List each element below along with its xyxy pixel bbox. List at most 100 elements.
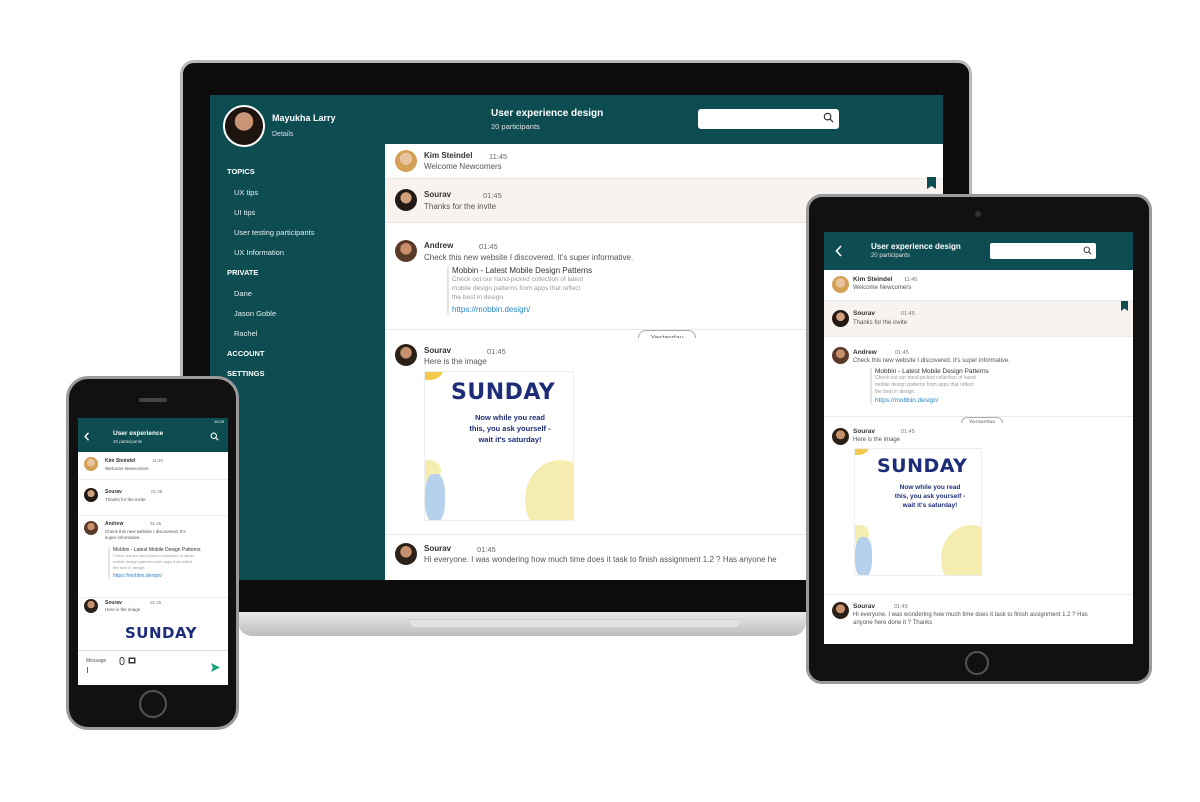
gallery-icon[interactable] bbox=[128, 657, 136, 664]
laptop-hinge-notch bbox=[408, 619, 742, 628]
message-author: Kim Steindel bbox=[424, 151, 473, 160]
message-text-line: super informative. bbox=[105, 534, 141, 540]
message-time: 11:45 bbox=[904, 277, 918, 283]
message-row[interactable]: Kim Steindel 11:45 Welcome Newcomers bbox=[824, 270, 1133, 301]
image-decor bbox=[941, 525, 981, 575]
avatar bbox=[84, 521, 98, 535]
send-icon[interactable] bbox=[211, 663, 220, 672]
nav-item-ux-information[interactable]: UX Information bbox=[234, 248, 284, 257]
nav-item-ux-tips[interactable]: UX tips bbox=[234, 188, 258, 197]
nav-item-jason-goble[interactable]: Jason Goble bbox=[234, 309, 276, 318]
avatar bbox=[84, 457, 98, 471]
avatar bbox=[395, 189, 417, 211]
message-row[interactable]: Sourav 01:45 Here is the image SUNDAY No… bbox=[824, 423, 1133, 595]
message-text: Check this new website I discovered. It'… bbox=[424, 253, 634, 262]
attachment-icon[interactable] bbox=[119, 657, 125, 665]
link-preview-title: Mobbin - Latest Mobile Design Patterns bbox=[875, 368, 989, 375]
message-row[interactable]: Sourav 01:45 Thanks for the invite bbox=[78, 480, 228, 516]
image-headline: SUNDAY bbox=[451, 380, 556, 405]
message-author: Sourav bbox=[424, 190, 452, 199]
message-time: 01:45 bbox=[150, 521, 162, 526]
user-name: Mayukha Larry bbox=[272, 113, 336, 123]
message-time: 01:45 bbox=[894, 604, 908, 610]
message-row-pinned[interactable]: Sourav 01:45 Thanks for the invite bbox=[824, 301, 1133, 337]
message-time: 01:45 bbox=[895, 350, 909, 356]
avatar bbox=[395, 543, 417, 565]
search-icon[interactable] bbox=[210, 432, 219, 441]
link-preview-desc-line: mobile design patterns from apps that re… bbox=[875, 382, 974, 388]
link-preview-url[interactable]: https://mobbin.design/ bbox=[452, 305, 592, 314]
message-row[interactable]: Sourav 01:45 Hi everyone. I was wonderin… bbox=[824, 595, 1133, 644]
phone-screen: 16:25 User experience 20 participants Ki… bbox=[78, 418, 228, 685]
nav-section-account[interactable]: ACCOUNT bbox=[227, 349, 265, 358]
search-input[interactable] bbox=[990, 243, 1096, 259]
message-text: Hi everyone. I was wondering how much ti… bbox=[853, 612, 1088, 627]
image-decor bbox=[425, 474, 445, 520]
avatar bbox=[832, 428, 849, 445]
avatar bbox=[832, 310, 849, 327]
message-text: Welcome Newcomers bbox=[853, 285, 912, 291]
avatar bbox=[84, 488, 98, 502]
nav-item-user-testing[interactable]: User testing participants bbox=[234, 228, 314, 237]
message-row[interactable]: Kim Steindel 11:45 Welcome Newcomers bbox=[78, 452, 228, 480]
tablet-chat-header: User experience design 20 participants bbox=[824, 232, 1133, 270]
message-text: Welcome Newcomers bbox=[424, 162, 502, 171]
search-icon[interactable] bbox=[1083, 246, 1092, 255]
avatar bbox=[832, 276, 849, 293]
shared-image[interactable]: SUNDAY Now while you read this, you ask … bbox=[424, 371, 574, 521]
search-input[interactable] bbox=[698, 109, 839, 129]
message-author: Andrew bbox=[424, 241, 454, 250]
channel-participants: 20 participants bbox=[871, 253, 911, 259]
message-author: Andrew bbox=[105, 521, 124, 527]
tablet-camera bbox=[975, 211, 981, 217]
back-arrow-icon[interactable] bbox=[84, 432, 90, 441]
search-icon[interactable] bbox=[823, 112, 834, 123]
nav-section-settings[interactable]: SETTINGS bbox=[227, 369, 265, 378]
link-preview-url[interactable]: https://mobbin.design/ bbox=[113, 573, 201, 579]
message-author: Sourav bbox=[853, 603, 876, 610]
image-decor bbox=[425, 372, 443, 380]
message-row[interactable]: Andrew 01:45 Check this new website I di… bbox=[824, 337, 1133, 417]
back-arrow-icon[interactable] bbox=[835, 245, 843, 257]
link-preview-url[interactable]: https://mobbin.design/ bbox=[875, 397, 989, 404]
nav-item-dane[interactable]: Dane bbox=[234, 289, 252, 298]
message-text: Check this new website I discovered. It'… bbox=[105, 529, 186, 540]
message-text-line: Hi everyone. I was wondering how much ti… bbox=[853, 612, 1088, 618]
shared-image[interactable]: SUNDAY Now while you read this, you ask … bbox=[854, 448, 982, 576]
message-text-line: anyone here done it ? Thanks bbox=[853, 619, 933, 626]
link-preview-title: Mobbin - Latest Mobile Design Patterns bbox=[452, 266, 593, 275]
image-caption-line: Now while you read bbox=[899, 484, 961, 491]
avatar bbox=[395, 240, 417, 262]
user-details-link[interactable]: Details bbox=[272, 131, 293, 138]
nav-section-private[interactable]: PRIVATE bbox=[227, 268, 258, 277]
bookmark-icon[interactable] bbox=[1121, 301, 1128, 311]
link-preview-card[interactable]: Mobbin - Latest Mobile Design Patterns C… bbox=[447, 266, 592, 314]
message-input[interactable]: Message bbox=[86, 658, 106, 664]
message-row[interactable]: Sourav 01:45 Here is the image SUNDAY bbox=[78, 598, 228, 650]
bookmark-icon[interactable] bbox=[927, 177, 936, 189]
image-decor bbox=[855, 537, 872, 575]
user-avatar[interactable] bbox=[223, 105, 265, 147]
message-row[interactable]: Kim Steindel 11:45 Welcome Newcomers bbox=[385, 144, 943, 179]
message-time: 01:45 bbox=[901, 429, 915, 435]
message-text: Here is the image bbox=[853, 437, 901, 443]
message-author: Sourav bbox=[853, 428, 876, 435]
image-caption-line: this, you ask yourself - bbox=[469, 424, 551, 433]
shared-image[interactable]: SUNDAY bbox=[105, 616, 211, 650]
tablet-screen: User experience design 20 participants K… bbox=[824, 232, 1133, 644]
link-preview-card[interactable]: Mobbin - Latest Mobile Design Patterns C… bbox=[870, 368, 989, 404]
nav-item-rachel[interactable]: Rachel bbox=[234, 329, 257, 338]
link-preview-card[interactable]: Mobbin - Latest Mobile Design Patterns C… bbox=[108, 547, 201, 579]
avatar bbox=[832, 602, 849, 619]
message-author: Kim Steindel bbox=[853, 276, 893, 283]
phone-chat-header: 16:25 User experience 20 participants bbox=[78, 418, 228, 452]
phone-home-button[interactable] bbox=[139, 690, 167, 718]
message-time: 01:45 bbox=[487, 347, 506, 356]
message-author: Andrew bbox=[853, 349, 877, 356]
nav-section-topics[interactable]: TOPICS bbox=[227, 167, 255, 176]
nav-item-ui-tips[interactable]: UI tips bbox=[234, 208, 255, 217]
message-time: 01:45 bbox=[151, 489, 163, 494]
message-row[interactable]: Andrew 01:45 Check this new website I di… bbox=[78, 516, 228, 598]
tablet-home-button[interactable] bbox=[965, 651, 989, 675]
message-time: 11:45 bbox=[489, 152, 508, 161]
